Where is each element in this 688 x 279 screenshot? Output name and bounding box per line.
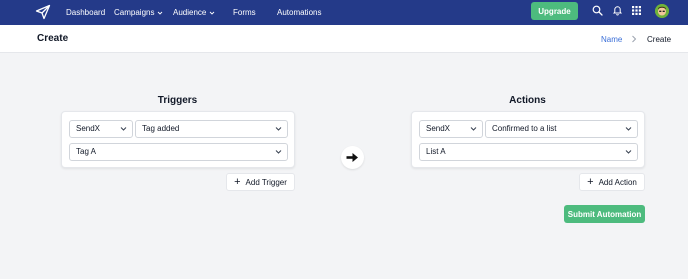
trigger-value-value: Tag A — [76, 147, 97, 156]
chevron-down-icon — [158, 11, 163, 15]
add-action-button[interactable]: + Add Action — [579, 173, 645, 191]
chevron-down-icon — [210, 11, 215, 15]
chevron-down-icon — [625, 127, 632, 131]
action-value-select[interactable]: List A — [419, 143, 638, 161]
triggers-card: SendX Tag added Tag A — [61, 111, 295, 168]
nav-forms-label: Forms — [233, 8, 256, 17]
action-event-select[interactable]: Confirmed to a list — [485, 120, 638, 138]
nav-campaigns[interactable]: Campaigns — [114, 0, 163, 25]
breadcrumb-current: Create — [647, 35, 672, 44]
nav-dashboard[interactable]: Dashboard — [66, 0, 105, 25]
nav-automations[interactable]: Automations — [277, 0, 321, 25]
chevron-down-icon — [625, 150, 632, 154]
add-action-label: Add Action — [598, 177, 637, 187]
submit-automation-button[interactable]: Submit Automation — [564, 205, 645, 223]
nav-campaigns-label: Campaigns — [114, 8, 155, 17]
action-value-value: List A — [426, 147, 446, 156]
trigger-source-value: SendX — [76, 124, 101, 133]
plus-icon: + — [234, 175, 241, 188]
trigger-event-select[interactable]: Tag added — [135, 120, 288, 138]
arrow-right-icon — [346, 153, 358, 162]
actions-card: SendX Confirmed to a list List A — [411, 111, 645, 168]
page-title: Create — [37, 33, 69, 44]
avatar[interactable] — [655, 4, 669, 18]
triggers-title: Triggers — [157, 95, 198, 106]
chevron-down-icon — [120, 127, 127, 131]
avatar-face-icon — [655, 4, 669, 18]
nav-dashboard-label: Dashboard — [66, 8, 106, 17]
chevron-down-icon — [275, 127, 282, 131]
nav-audience-label: Audience — [173, 8, 207, 17]
trigger-value-select[interactable]: Tag A — [69, 143, 288, 161]
add-trigger-button[interactable]: + Add Trigger — [226, 173, 295, 191]
action-event-value: Confirmed to a list — [492, 124, 557, 133]
trigger-event-value: Tag added — [142, 124, 180, 133]
nav-forms[interactable]: Forms — [233, 0, 256, 25]
chevron-down-icon — [275, 150, 282, 154]
actions-title: Actions — [509, 95, 546, 106]
top-nav: Dashboard Campaigns Audience Forms Autom… — [0, 0, 688, 25]
bell-icon[interactable] — [612, 5, 623, 16]
flow-arrow — [341, 146, 364, 169]
chevron-down-icon — [470, 127, 477, 131]
action-source-value: SendX — [426, 124, 451, 133]
nav-audience[interactable]: Audience — [173, 0, 215, 25]
trigger-source-select[interactable]: SendX — [69, 120, 133, 138]
nav-automations-label: Automations — [277, 8, 322, 17]
action-source-select[interactable]: SendX — [419, 120, 483, 138]
chevron-right-icon — [632, 35, 637, 43]
add-trigger-label: Add Trigger — [245, 177, 287, 187]
breadcrumb-link-name[interactable]: Name — [601, 35, 622, 44]
upgrade-button[interactable]: Upgrade — [531, 2, 578, 20]
plus-icon: + — [587, 175, 594, 188]
search-icon[interactable] — [592, 5, 603, 16]
page-header: Create Name Create — [0, 25, 688, 53]
logo-icon[interactable] — [35, 4, 51, 20]
apps-grid-icon[interactable] — [631, 5, 642, 16]
